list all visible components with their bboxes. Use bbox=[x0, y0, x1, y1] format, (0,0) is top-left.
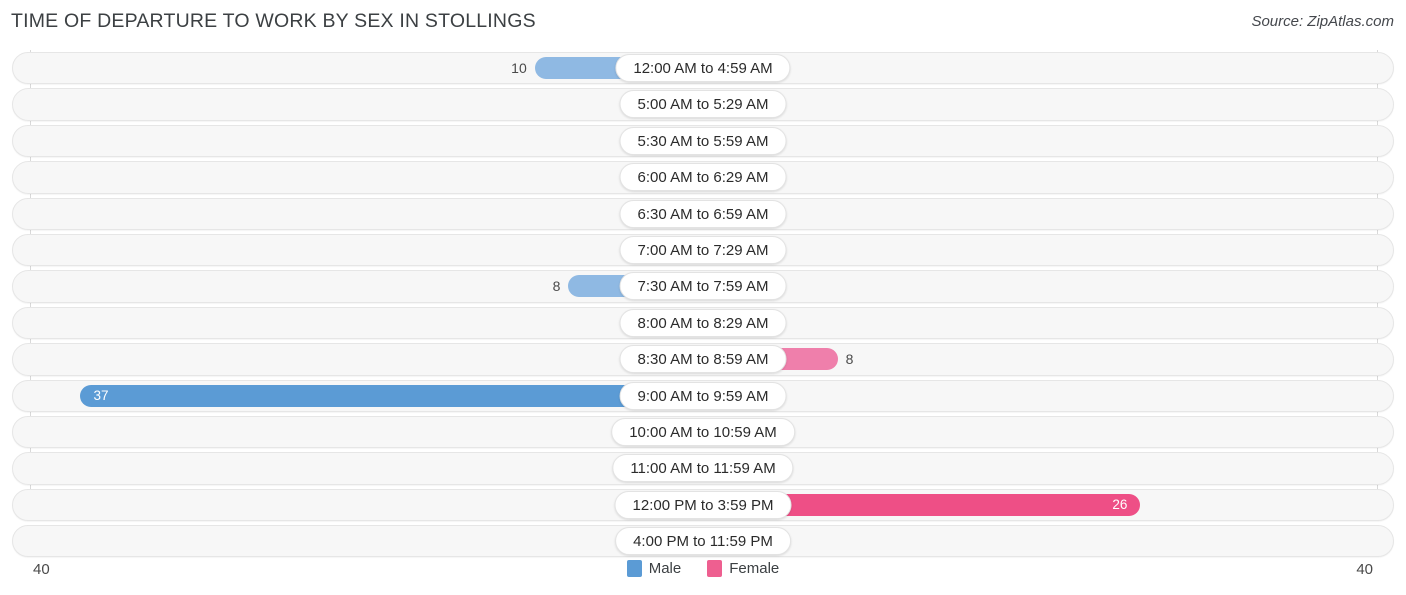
category-label[interactable]: 12:00 AM to 4:59 AM bbox=[615, 54, 791, 82]
legend: Male Female bbox=[0, 560, 1406, 577]
bar-row[interactable]: 3709:00 AM to 9:59 AM bbox=[0, 378, 1406, 414]
bar-row[interactable]: 10012:00 AM to 4:59 AM bbox=[0, 50, 1406, 86]
bar-rows: 10012:00 AM to 4:59 AM005:00 AM to 5:29 … bbox=[0, 50, 1406, 559]
bar-row[interactable]: 005:00 AM to 5:29 AM bbox=[0, 86, 1406, 122]
category-label[interactable]: 4:00 PM to 11:59 PM bbox=[615, 527, 791, 556]
bar-row[interactable]: 006:00 AM to 6:29 AM bbox=[0, 159, 1406, 195]
category-label[interactable]: 5:00 AM to 5:29 AM bbox=[619, 90, 787, 119]
bar-value-female: 26 bbox=[1112, 496, 1128, 512]
source-attribution: Source: ZipAtlas.com bbox=[1251, 13, 1394, 30]
bar-row[interactable]: 807:30 AM to 7:59 AM bbox=[0, 268, 1406, 304]
category-label[interactable]: 6:00 AM to 6:29 AM bbox=[619, 163, 787, 192]
legend-swatch-male-icon bbox=[626, 560, 642, 577]
bar-row[interactable]: 02612:00 PM to 3:59 PM bbox=[0, 487, 1406, 523]
bar-row[interactable]: 0011:00 AM to 11:59 AM bbox=[0, 450, 1406, 486]
category-label[interactable]: 7:30 AM to 7:59 AM bbox=[619, 272, 787, 301]
chart-footer: 40 40 Male Female bbox=[0, 556, 1406, 595]
bar-value-male: 37 bbox=[93, 387, 109, 403]
bar-value-male: 10 bbox=[511, 60, 527, 76]
legend-item-female[interactable]: Female bbox=[707, 560, 779, 577]
category-label[interactable]: 6:30 AM to 6:59 AM bbox=[619, 199, 787, 228]
category-label[interactable]: 8:00 AM to 8:29 AM bbox=[619, 308, 787, 337]
category-label[interactable]: 8:30 AM to 8:59 AM bbox=[619, 345, 787, 374]
category-label[interactable]: 7:00 AM to 7:29 AM bbox=[619, 235, 787, 264]
legend-swatch-female-icon bbox=[707, 560, 723, 577]
bar-row[interactable]: 008:00 AM to 8:29 AM bbox=[0, 305, 1406, 341]
legend-label-female: Female bbox=[729, 560, 780, 577]
category-label[interactable]: 11:00 AM to 11:59 AM bbox=[612, 454, 794, 483]
category-label[interactable]: 5:30 AM to 5:59 AM bbox=[619, 126, 787, 155]
chart-page: TIME OF DEPARTURE TO WORK BY SEX IN STOL… bbox=[0, 0, 1406, 595]
bar-male[interactable]: 37 bbox=[80, 384, 703, 407]
category-label[interactable]: 12:00 PM to 3:59 PM bbox=[614, 490, 792, 519]
category-label[interactable]: 9:00 AM to 9:59 AM bbox=[619, 381, 787, 410]
page-title: TIME OF DEPARTURE TO WORK BY SEX IN STOL… bbox=[11, 10, 536, 32]
bar-row[interactable]: 004:00 PM to 11:59 PM bbox=[0, 523, 1406, 559]
bar-value-male: 8 bbox=[552, 278, 561, 295]
plot-area: 10012:00 AM to 4:59 AM005:00 AM to 5:29 … bbox=[0, 50, 1406, 558]
bar-row[interactable]: 005:30 AM to 5:59 AM bbox=[0, 123, 1406, 159]
legend-item-male[interactable]: Male bbox=[626, 560, 682, 577]
category-label[interactable]: 10:00 AM to 10:59 AM bbox=[611, 417, 795, 446]
bar-value-female: 8 bbox=[845, 351, 854, 368]
bar-row[interactable]: 0010:00 AM to 10:59 AM bbox=[0, 414, 1406, 450]
chart-header: TIME OF DEPARTURE TO WORK BY SEX IN STOL… bbox=[0, 0, 1406, 44]
legend-label-male: Male bbox=[648, 560, 682, 577]
bar-row[interactable]: 006:30 AM to 6:59 AM bbox=[0, 196, 1406, 232]
bar-row[interactable]: 088:30 AM to 8:59 AM bbox=[0, 341, 1406, 377]
bar-row[interactable]: 007:00 AM to 7:29 AM bbox=[0, 232, 1406, 268]
